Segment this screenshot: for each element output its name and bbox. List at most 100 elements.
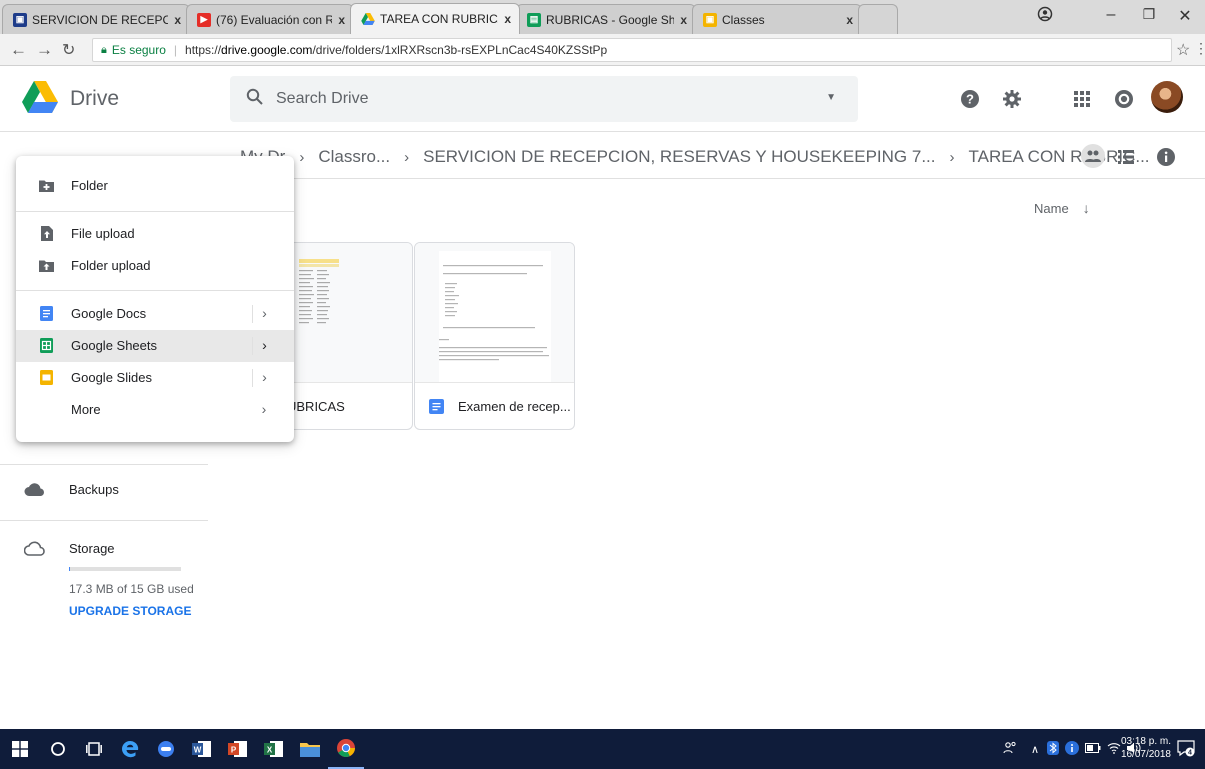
secure-label: Es seguro (111, 43, 166, 57)
storage-usage-bar (69, 567, 181, 571)
drive-logo-icon[interactable] (22, 81, 58, 113)
sidebar-item-backups[interactable]: Backups (24, 481, 119, 497)
sidebar-item-storage[interactable]: Storage (24, 540, 115, 556)
messaging-app-icon[interactable] (148, 729, 184, 769)
tab-close-icon[interactable]: x (174, 13, 181, 27)
bluetooth-icon[interactable] (1047, 740, 1059, 758)
product-name[interactable]: Drive (70, 87, 119, 111)
submenu-chevron-icon[interactable]: › (252, 369, 272, 387)
slides-icon (39, 370, 54, 385)
sort-arrow-down-icon[interactable]: ↓ (1083, 200, 1090, 216)
upgrade-storage-link[interactable]: UPGRADE STORAGE (69, 604, 191, 618)
browser-tab[interactable]: ▤ RUBRICAS - Google Shee x (516, 4, 696, 34)
forward-icon[interactable]: → (36, 40, 53, 60)
tab-close-icon[interactable]: x (338, 13, 345, 27)
notification-count: 4 (1188, 750, 1192, 757)
breadcrumb-item-classroom[interactable]: Classro... (318, 147, 390, 167)
submenu-chevron-icon[interactable]: › (252, 337, 272, 355)
info-tray-icon[interactable] (1065, 740, 1079, 758)
classroom-favicon-icon: ▣ (13, 12, 27, 27)
info-icon[interactable] (1155, 146, 1177, 168)
bookmark-star-icon[interactable]: ☆ (1176, 40, 1190, 60)
browser-tab[interactable]: ▶ (76) Evaluación con Rubr x (186, 4, 354, 34)
menu-item-more[interactable]: More › (16, 394, 294, 426)
breadcrumb: My Dr › Classro... › SERVICION DE RECEPC… (240, 144, 1169, 170)
help-icon[interactable]: ? (958, 87, 982, 111)
cloud-icon (24, 481, 46, 497)
tab-title: RUBRICAS - Google Shee (546, 12, 675, 27)
search-input[interactable] (276, 86, 796, 112)
browser-tab[interactable]: ▣ Classes x (692, 4, 862, 34)
edge-browser-icon[interactable] (112, 729, 148, 769)
windows-start-icon[interactable] (2, 729, 38, 769)
cortana-search-icon[interactable] (40, 729, 76, 769)
task-view-icon[interactable] (76, 729, 112, 769)
tab-title: SERVICION DE RECEPCIO (32, 12, 169, 27)
menu-item-folder-upload[interactable]: Folder upload (16, 250, 294, 282)
breadcrumb-chevron-icon: › (404, 148, 410, 166)
menu-item-file-upload[interactable]: File upload (16, 218, 294, 250)
chrome-app-icon[interactable] (328, 729, 364, 769)
menu-item-label: Google Docs (71, 306, 147, 321)
menu-item-google-slides[interactable]: Google Slides › (16, 362, 294, 394)
back-icon[interactable]: ← (10, 40, 27, 60)
tab-close-icon[interactable]: x (504, 12, 511, 26)
sheets-icon (39, 338, 54, 353)
battery-icon[interactable] (1085, 742, 1101, 756)
shared-people-icon[interactable] (1081, 144, 1105, 168)
menu-item-label: More (71, 402, 101, 417)
browser-tab[interactable]: ▣ SERVICION DE RECEPCIO x (2, 4, 190, 34)
menu-item-google-sheets[interactable]: Google Sheets › (16, 330, 294, 362)
toolbar-divider (222, 178, 1205, 179)
tab-close-icon[interactable]: x (846, 13, 853, 27)
classroom-favicon-icon: ▣ (703, 12, 717, 27)
search-box[interactable]: ▼ (230, 76, 858, 122)
word-app-icon[interactable]: W (184, 729, 220, 769)
action-center-icon[interactable]: 4 (1177, 739, 1195, 757)
sort-by-name[interactable]: Name ↓ (1034, 200, 1090, 216)
sidebar-divider (0, 464, 208, 465)
youtube-favicon-icon: ▶ (197, 12, 211, 27)
menu-item-google-docs[interactable]: Google Docs › (16, 298, 294, 330)
tab-title: (76) Evaluación con Rubr (216, 12, 333, 27)
submenu-chevron-icon[interactable]: › (252, 305, 272, 323)
notifications-icon[interactable] (1112, 87, 1136, 111)
search-icon[interactable] (246, 88, 264, 111)
breadcrumb-chevron-icon: › (949, 148, 955, 166)
file-explorer-icon[interactable] (292, 729, 328, 769)
file-label: Examen de recep... (429, 399, 571, 414)
wifi-icon[interactable] (1107, 742, 1121, 757)
settings-gear-icon[interactable] (1000, 87, 1024, 111)
menu-item-folder[interactable]: Folder (16, 170, 294, 202)
sidebar-item-label: Storage (69, 540, 115, 556)
people-icon[interactable] (1003, 741, 1017, 758)
new-folder-icon (39, 178, 54, 193)
storage-usage-fill (69, 567, 70, 571)
file-card[interactable]: Examen de recep... (414, 242, 575, 430)
list-view-icon[interactable] (1115, 146, 1137, 168)
apps-grid-icon[interactable] (1070, 87, 1094, 111)
restore-icon[interactable]: ❐ (1134, 6, 1164, 23)
powerpoint-app-icon[interactable]: P (220, 729, 256, 769)
window-close-icon[interactable]: ✕ (1170, 6, 1200, 26)
breadcrumb-chevron-icon: › (299, 148, 305, 166)
menu-divider (16, 290, 294, 291)
sort-label: Name (1034, 200, 1069, 216)
url-field[interactable]: 🔒︎ Es seguro | https://drive.google.com/… (92, 38, 1172, 62)
browser-menu-icon[interactable]: ⋮ (1194, 40, 1205, 57)
account-avatar[interactable] (1151, 81, 1183, 113)
profile-icon[interactable] (1030, 6, 1060, 27)
menu-item-label: File upload (71, 226, 135, 241)
new-tab-button[interactable] (858, 4, 898, 34)
browser-tab-active[interactable]: TAREA CON RUBRICAS - ( x (350, 3, 520, 34)
minimize-icon[interactable]: – (1096, 6, 1126, 24)
search-options-icon[interactable]: ▼ (826, 92, 836, 103)
breadcrumb-item-course[interactable]: SERVICION DE RECEPCION, RESERVAS Y HOUSE… (423, 147, 935, 167)
submenu-chevron-icon[interactable]: › (252, 401, 272, 419)
taskbar-clock[interactable]: 03:18 p. m. 16/07/2018 (1121, 735, 1171, 761)
show-hidden-icons-chevron-icon[interactable]: ∧ (1031, 743, 1039, 756)
tab-close-icon[interactable]: x (680, 13, 687, 27)
file-thumbnail (415, 243, 574, 383)
excel-app-icon[interactable]: X (256, 729, 292, 769)
reload-icon[interactable]: ↻ (62, 40, 75, 60)
